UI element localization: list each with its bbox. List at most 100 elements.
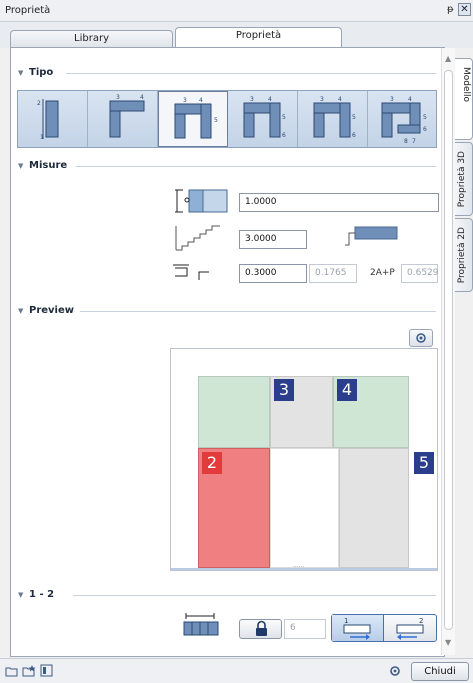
- stairwell-gap: [270, 448, 339, 568]
- type-num: 6: [423, 126, 427, 133]
- range-count-readonly: 6: [284, 619, 326, 639]
- sidetab-proprieta-3d[interactable]: Proprietà 3D: [455, 142, 473, 216]
- riser-readonly: 0.1765: [309, 264, 357, 283]
- type-num: 3: [320, 96, 324, 103]
- type-selector: 2 1 3 4 3 4 5 3 4 5 6 3 4 5 6 3 4 5 6 8 …: [17, 90, 437, 148]
- stair-type-1-icon: 2 1: [37, 99, 59, 141]
- step-count-icon: [175, 225, 220, 251]
- type-option-6[interactable]: 3 4 5 6 8 7: [368, 91, 438, 147]
- section-divider: [66, 73, 436, 74]
- type-num: 4: [140, 94, 144, 101]
- sidetab-modello-label: Modello: [461, 67, 471, 103]
- section-range[interactable]: ▼ 1 - 2: [18, 589, 438, 601]
- walk-direction-right-icon: 2: [396, 617, 424, 640]
- section-range-label: 1 - 2: [29, 589, 55, 600]
- svg-text:1: 1: [344, 617, 348, 625]
- height-input[interactable]: 1.0000: [239, 193, 439, 212]
- stair-type-u-icon: 3 4 5: [174, 97, 218, 139]
- open-folder-icon[interactable]: [5, 664, 19, 678]
- type-option-3-selected[interactable]: 3 4 5: [158, 91, 228, 147]
- tab-library[interactable]: Library: [10, 30, 173, 48]
- type-num: 2: [37, 100, 41, 107]
- sidetab-proprieta-3d-label: Proprietà 3D: [457, 151, 467, 208]
- type-num: 3: [390, 96, 394, 103]
- stair-type-spiral-icon: 3 4 5 6 8 7: [381, 96, 427, 145]
- type-num: 3: [116, 94, 120, 101]
- sidetab-proprieta-2d-label: Proprietà 2D: [457, 227, 467, 284]
- preview-scrollbar[interactable]: [171, 568, 437, 570]
- type-num: 4: [338, 96, 342, 103]
- flight-block-grey-right: [339, 448, 409, 568]
- section-divider: [76, 166, 436, 167]
- window-titlebar: Proprietà ᵽ ✕: [0, 0, 473, 22]
- preview-options-button[interactable]: [409, 329, 433, 347]
- section-misure[interactable]: ▼ Misure: [18, 160, 438, 172]
- gear-icon: [416, 333, 426, 343]
- preview-scroll-grip[interactable]: ......: [293, 562, 304, 569]
- type-num: 6: [352, 132, 356, 139]
- direction-right-option[interactable]: 2: [385, 615, 436, 641]
- stair-type-u7-icon: 3 4 5 6: [313, 96, 356, 139]
- sidetab-modello[interactable]: Modello: [455, 58, 473, 140]
- scroll-thumb[interactable]: [444, 70, 453, 630]
- flight-badge-4: 4: [337, 379, 357, 401]
- steps-input[interactable]: 3.0000: [239, 230, 307, 249]
- svg-text:2: 2: [419, 617, 423, 625]
- formula-readonly: 0.6529: [401, 264, 439, 283]
- section-preview-label: Preview: [29, 305, 75, 316]
- flight-badge-2: 2: [202, 452, 222, 474]
- direction-toggle[interactable]: 1 2: [331, 614, 437, 642]
- settings-gear-icon[interactable]: [388, 664, 402, 678]
- close-button[interactable]: Chiudi: [411, 662, 469, 681]
- section-divider: [73, 595, 436, 596]
- collapse-arrow-icon[interactable]: ▼: [18, 162, 23, 170]
- type-option-4[interactable]: 3 4 5 6: [228, 91, 298, 147]
- type-num: 5: [214, 117, 218, 124]
- direction-left-option[interactable]: 1: [332, 615, 384, 641]
- panel-scrollbar[interactable]: ▲ ▼: [441, 48, 455, 655]
- tread-width-icon: [183, 613, 219, 636]
- section-tipo[interactable]: ▼ Tipo: [18, 67, 438, 79]
- collapse-arrow-icon[interactable]: ▼: [18, 307, 23, 315]
- layout-icon[interactable]: [40, 664, 54, 678]
- bottom-toolbar: Chiudi: [0, 658, 473, 683]
- type-num: 5: [282, 114, 286, 121]
- type-option-5[interactable]: 3 4 5 6: [298, 91, 368, 147]
- stair-type-u6-icon: 3 4 5 6: [243, 96, 286, 139]
- window-title: Proprietà: [5, 5, 51, 16]
- sidetab-proprieta-2d[interactable]: Proprietà 2D: [455, 218, 473, 292]
- type-num: 4: [268, 96, 272, 103]
- type-num: 3: [250, 96, 254, 103]
- section-preview[interactable]: ▼ Preview: [18, 305, 438, 317]
- section-tipo-label: Tipo: [29, 67, 54, 78]
- type-num: 7: [412, 138, 416, 145]
- tread-profile-icon: [345, 226, 398, 246]
- flight-block-green-left: [198, 376, 270, 448]
- pin-icon[interactable]: ᵽ: [447, 4, 454, 15]
- section-divider: [80, 311, 436, 312]
- collapse-arrow-icon[interactable]: ▼: [18, 591, 23, 599]
- tread-input[interactable]: 0.3000: [239, 264, 307, 283]
- type-num: 5: [352, 114, 356, 121]
- section-misure-label: Misure: [29, 160, 68, 171]
- tread-riser-icon: [173, 264, 209, 280]
- flight-badge-5: 5: [414, 452, 434, 474]
- scroll-up-icon[interactable]: ▲: [445, 54, 451, 63]
- scroll-down-icon[interactable]: ▼: [445, 638, 451, 647]
- lock-icon: [256, 620, 267, 636]
- walk-direction-left-icon: 1: [343, 617, 371, 640]
- collapse-arrow-icon[interactable]: ▼: [18, 69, 23, 77]
- type-num: 4: [408, 96, 412, 103]
- type-option-1[interactable]: 2 1: [18, 91, 88, 147]
- stair-preview: 3 4 2 5 ......: [170, 348, 438, 571]
- height-dimension-icon: [175, 189, 228, 213]
- type-num: 6: [282, 132, 286, 139]
- tab-proprieta[interactable]: Proprietà: [175, 27, 342, 48]
- favorite-save-icon[interactable]: [22, 664, 36, 678]
- flight-badge-3: 3: [274, 379, 294, 401]
- type-num: 5: [423, 114, 427, 121]
- type-num: 8: [404, 138, 408, 145]
- close-icon[interactable]: ✕: [458, 3, 471, 16]
- lock-button[interactable]: [239, 619, 282, 639]
- type-option-2[interactable]: 3 4: [88, 91, 158, 147]
